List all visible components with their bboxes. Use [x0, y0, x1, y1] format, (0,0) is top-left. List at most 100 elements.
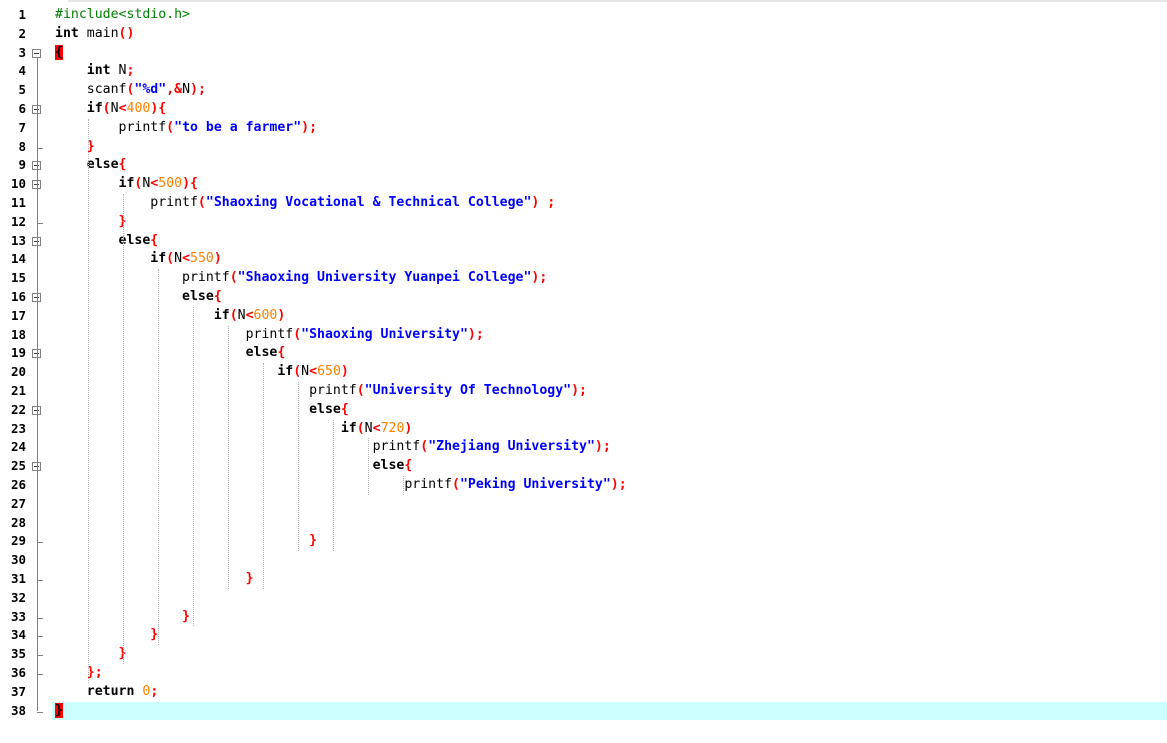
token-identifier: printf — [309, 383, 357, 398]
token-operator: ( — [102, 101, 111, 116]
code-line[interactable]: 33 } — [0, 608, 1167, 627]
code-text[interactable]: int N; — [55, 62, 135, 81]
token-operator: ); — [594, 439, 611, 455]
code-line[interactable]: 1 #include<stdio.h> — [0, 6, 1167, 25]
line-number: 25 — [10, 458, 26, 474]
code-line[interactable]: 34 } — [0, 626, 1167, 645]
code-line[interactable]: 13 else{ — [0, 232, 1167, 251]
code-text[interactable]: if(N<500){ — [55, 175, 198, 194]
code-text[interactable]: if(N<600) — [55, 307, 286, 326]
token-operator: ( — [356, 383, 365, 398]
code-line[interactable]: 4 int N; — [0, 62, 1167, 81]
code-line[interactable]: 2 int main() — [0, 25, 1167, 44]
code-line[interactable]: 21 printf("University Of Technology"); — [0, 382, 1167, 401]
code-line[interactable]: 35 } — [0, 645, 1167, 664]
code-line[interactable]: 16 else{ — [0, 288, 1167, 307]
code-text[interactable]: if(N<400){ — [55, 100, 166, 119]
code-text[interactable]: if(N<550) — [55, 250, 222, 269]
token-number: 400 — [126, 101, 151, 116]
code-text[interactable]: } — [55, 213, 127, 232]
code-text[interactable]: printf("Shaoxing Vocational & Technical … — [55, 194, 555, 213]
code-line[interactable]: 8 } — [0, 138, 1167, 157]
code-text[interactable]: scanf("%d",&N); — [55, 81, 206, 100]
code-line[interactable]: 10 if(N<500){ — [0, 175, 1167, 194]
code-line[interactable]: 37 return 0; — [0, 683, 1167, 702]
code-line[interactable]: 23 if(N<720) — [0, 420, 1167, 439]
code-line[interactable]: 17 if(N<600) — [0, 307, 1167, 326]
code-line[interactable]: 7 printf("to be a farmer"); — [0, 119, 1167, 138]
token-operator: ); — [531, 270, 548, 286]
code-text[interactable]: else{ — [55, 156, 127, 175]
code-line[interactable]: 22 else{ — [0, 401, 1167, 420]
code-text[interactable]: } — [55, 532, 317, 551]
line-number: 27 — [10, 495, 26, 511]
code-text[interactable]: else{ — [55, 288, 222, 307]
code-text[interactable]: printf("Shaoxing University"); — [55, 326, 484, 345]
code-line[interactable]: 36 }; — [0, 664, 1167, 683]
code-text[interactable]: printf("Peking University"); — [55, 476, 626, 495]
code-line[interactable]: 20 if(N<650) — [0, 363, 1167, 382]
code-text[interactable]: } — [55, 645, 127, 664]
code-line[interactable]: 11 printf("Shaoxing Vocational & Technic… — [0, 194, 1167, 213]
current-line[interactable]: 38} — [11, 701, 1167, 721]
code-text[interactable]: { — [55, 44, 63, 63]
token-operator: ){ — [150, 101, 167, 116]
token-identifier: printf — [372, 439, 421, 455]
code-text[interactable]: } — [55, 626, 158, 645]
code-text[interactable]: return 0; — [55, 683, 159, 702]
token-operator: ); — [301, 119, 318, 135]
code-text[interactable]: else{ — [55, 232, 159, 251]
code-text[interactable]: printf("to be a farmer"); — [55, 119, 318, 138]
code-line[interactable]: 26 printf("Peking University"); — [0, 476, 1167, 495]
line-number: 11 — [10, 195, 26, 210]
code-line[interactable]: 30 — [0, 551, 1167, 570]
code-line[interactable]: 9 else{ — [0, 156, 1167, 175]
code-text[interactable]: int main() — [55, 25, 134, 44]
token-operator: { — [404, 458, 413, 474]
code-line[interactable]: 29 } — [0, 532, 1167, 551]
line-number: 15 — [10, 270, 26, 286]
code-line[interactable]: 18 printf("Shaoxing University"); — [0, 326, 1167, 345]
code-line[interactable]: 12 } — [0, 213, 1167, 232]
code-line[interactable]: 3{ — [0, 44, 1167, 63]
token-identifier: scanf — [86, 82, 127, 98]
code-line[interactable]: 28 — [0, 514, 1167, 533]
code-text[interactable]: else{ — [55, 344, 286, 363]
code-line[interactable]: 31 } — [0, 570, 1167, 589]
code-line[interactable]: 32 — [0, 589, 1167, 608]
token-number: 600 — [253, 307, 278, 323]
token-operator: < — [118, 101, 127, 116]
code-line[interactable]: 19 else{ — [0, 344, 1167, 363]
code-line[interactable]: 24 printf("Zhejiang University"); — [0, 438, 1167, 457]
code-line[interactable]: 14 if(N<550) — [0, 250, 1167, 269]
token-number: 500 — [158, 176, 183, 192]
code-line[interactable]: 27 — [0, 495, 1167, 514]
code-text[interactable]: } — [55, 702, 63, 721]
code-line[interactable]: 15 printf("Shaoxing University Yuanpei C… — [0, 269, 1167, 288]
line-number: 5 — [18, 82, 26, 98]
token-keyword: if — [277, 364, 294, 380]
code-line[interactable]: 6 if(N<400){ — [0, 100, 1167, 119]
token-operator: ( — [451, 477, 460, 492]
code-text[interactable]: #include<stdio.h> — [55, 6, 190, 25]
code-line[interactable]: 25 else{ — [0, 457, 1167, 476]
token-identifier: printf — [404, 477, 452, 492]
code-text[interactable]: printf("University Of Technology"); — [55, 382, 587, 401]
code-line[interactable]: 5 scanf("%d",&N); — [0, 81, 1167, 100]
code-text[interactable]: } — [55, 570, 254, 589]
code-text[interactable]: printf("Shaoxing University Yuanpei Coll… — [55, 269, 547, 288]
code-text[interactable]: else{ — [55, 401, 349, 420]
code-editor[interactable]: 1 #include<stdio.h> 2 int main() 3{4 int N; 5… — [0, 0, 1167, 743]
line-number: 8 — [18, 138, 26, 154]
code-text[interactable]: else{ — [55, 457, 413, 476]
code-text[interactable]: if(N<720) — [55, 420, 413, 439]
fold-end-marker — [37, 711, 43, 713]
code-text[interactable]: if(N<650) — [55, 363, 349, 382]
code-text[interactable]: }; — [55, 664, 103, 683]
